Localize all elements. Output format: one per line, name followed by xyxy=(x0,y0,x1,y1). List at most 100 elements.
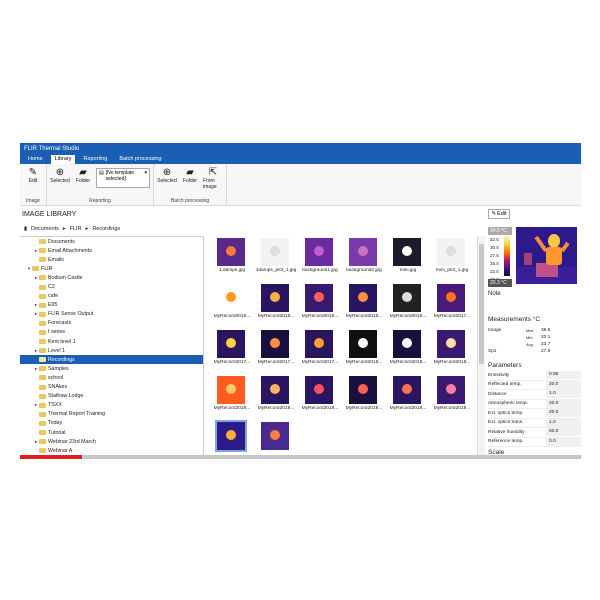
parameter-value[interactable]: 20.0 xyxy=(546,380,581,389)
thumbnail-image[interactable] xyxy=(393,330,421,358)
tree-item[interactable]: C2 xyxy=(20,282,203,291)
thumbnail-image[interactable] xyxy=(305,330,333,358)
tree-item[interactable]: ▸ Samples xyxy=(20,364,203,373)
thumbnail-item[interactable]: MyRecord2018... xyxy=(384,376,432,420)
template-select[interactable]: ▤ [No template selected] ▾ xyxy=(96,168,150,188)
parameter-value[interactable]: 20.0 xyxy=(546,399,581,408)
tree-item[interactable]: Kent level 1 xyxy=(20,337,203,346)
tree-item[interactable]: ▸ TSXX xyxy=(20,401,203,410)
thumbnail-item[interactable]: MyRecord2017... xyxy=(252,330,300,374)
thumbnail-item[interactable]: MyRecord2016... xyxy=(252,284,300,328)
tree-item[interactable]: ▸ FLIR Sense Output xyxy=(20,310,203,319)
tree-item[interactable]: ▸ Level 1 xyxy=(20,346,203,355)
thumbnail-item[interactable]: MyRecord2018... xyxy=(384,330,432,374)
thumbnail-image[interactable] xyxy=(437,376,465,404)
thumbnail-image[interactable] xyxy=(437,238,465,266)
tree-item[interactable]: Tutorial xyxy=(20,428,203,437)
thumbnail-item[interactable]: MyRecord2018... xyxy=(208,376,256,420)
thumbnail-image[interactable] xyxy=(261,422,289,450)
thumbnail-image[interactable] xyxy=(217,376,245,404)
tree-item[interactable]: Today xyxy=(20,419,203,428)
thumbnail-image[interactable] xyxy=(217,284,245,312)
thumbnail-item[interactable]: MyRecord2016... xyxy=(384,284,432,328)
thumbnail-item[interactable] xyxy=(208,420,256,458)
parameter-value[interactable]: 50.0 xyxy=(546,428,581,437)
tree-item[interactable]: Documents xyxy=(20,237,203,246)
tree-item[interactable]: ▸ E95 xyxy=(20,301,203,310)
thumbnail-item[interactable]: MyRecord2016... xyxy=(208,284,256,328)
tree-item[interactable]: Webinar A xyxy=(20,446,203,455)
parameter-value[interactable]: 20.0 xyxy=(546,409,581,418)
edit-button[interactable]: ✎ Edit xyxy=(23,166,43,198)
tree-item[interactable]: Thermal Report Training xyxy=(20,410,203,419)
parameter-value[interactable]: 1.0 xyxy=(546,390,581,399)
thumbnail-image[interactable] xyxy=(349,330,377,358)
scrollbar-thumb[interactable] xyxy=(479,244,484,364)
report-folder-button[interactable]: ▰ Folder xyxy=(73,166,93,198)
thumbnail-image[interactable] xyxy=(437,284,465,312)
thumbnail-item[interactable]: MyRecord2017... xyxy=(208,330,256,374)
parameter-value[interactable]: 0.95 xyxy=(546,371,581,380)
tree-item[interactable]: cafe xyxy=(20,292,203,301)
thumbnail-image[interactable] xyxy=(217,238,245,266)
thumbnail-image[interactable] xyxy=(261,330,289,358)
thumbnail-image[interactable] xyxy=(393,238,421,266)
thumbnail-item[interactable]: MyRecord2018... xyxy=(340,376,388,420)
thumbnail-item[interactable]: MyRecord2019... xyxy=(428,376,476,420)
batch-folder-button[interactable]: ▰ Folder xyxy=(180,166,200,198)
batch-selected-button[interactable]: ⊕ Selected xyxy=(157,166,177,198)
tree-item[interactable]: Forecasts xyxy=(20,319,203,328)
thumbnail-image[interactable] xyxy=(349,238,377,266)
tree-item[interactable]: Stathaw Lodge xyxy=(20,392,203,401)
thumbnail-image[interactable] xyxy=(305,284,333,312)
parameter-value[interactable]: 1.0 xyxy=(546,418,581,427)
thumbnail-item[interactable]: mini_plot_1.jpg xyxy=(428,238,476,282)
thumbnail-image[interactable] xyxy=(349,284,377,312)
menu-reporting[interactable]: Reporting xyxy=(79,155,111,164)
thumbnail-item[interactable] xyxy=(252,422,300,458)
panel-edit-button[interactable]: ✎ Edit xyxy=(488,209,510,219)
thumbnail-item[interactable]: MyRecord2017... xyxy=(428,284,476,328)
thumbnail-image[interactable] xyxy=(305,238,333,266)
video-progress-bar[interactable] xyxy=(20,455,581,459)
menu-home[interactable]: Home xyxy=(24,155,47,164)
tree-item[interactable]: SNAkes xyxy=(20,383,203,392)
thumbnail-image[interactable] xyxy=(437,330,465,358)
thumbnail-item[interactable]: MyRecord2018... xyxy=(428,330,476,374)
thumbnail-image[interactable] xyxy=(217,330,245,358)
tree-item[interactable]: ▸ Bodium Castle xyxy=(20,273,203,282)
thumbnail-item[interactable]: MyRecord2018... xyxy=(296,376,344,420)
tree-item[interactable]: ▸ Webinar 23rd March xyxy=(20,437,203,446)
menu-batch-processing[interactable]: Batch processing xyxy=(115,155,165,164)
thumbnail-item[interactable]: background2.jpg xyxy=(340,238,388,282)
thumbnail-item[interactable]: MyRecord2018... xyxy=(252,376,300,420)
breadcrumb-flir[interactable]: FLIR xyxy=(70,226,82,232)
breadcrumb-documents[interactable]: Documents xyxy=(31,226,59,232)
thumbnail-image[interactable] xyxy=(261,284,289,312)
tree-item[interactable]: Emails xyxy=(20,255,203,264)
tree-item[interactable]: school xyxy=(20,373,203,382)
thumbnail-item[interactable]: 1damps_plot_1.jpg xyxy=(252,238,300,282)
menu-library[interactable]: Library xyxy=(50,155,76,164)
thumbnail-item[interactable]: MyRecord2018... xyxy=(340,330,388,374)
tree-item[interactable]: ▸ Email Attachments xyxy=(20,246,203,255)
tree-item[interactable]: I series xyxy=(20,328,203,337)
thumbnail-image[interactable] xyxy=(261,376,289,404)
thumbnail-item[interactable]: MyRecord2016... xyxy=(296,284,344,328)
breadcrumb-recordings[interactable]: Recordings xyxy=(92,226,120,232)
thumbnail-image[interactable] xyxy=(349,376,377,404)
thumbnail-image[interactable] xyxy=(261,238,289,266)
report-selected-button[interactable]: ⊕ Selected xyxy=(50,166,70,198)
tree-item[interactable]: ▾ FLIR xyxy=(20,264,203,273)
thumbnail-item[interactable]: background1.jpg xyxy=(296,238,344,282)
thumbnail-item[interactable]: mini.jpg xyxy=(384,238,432,282)
parameter-value[interactable]: 0.0 xyxy=(546,437,581,446)
thumbnail-item[interactable]: MyRecord2017... xyxy=(296,330,344,374)
thumbnail-image[interactable] xyxy=(215,420,247,452)
thumbnail-item[interactable]: 1.damps.jpg xyxy=(208,238,256,282)
thumbnail-image[interactable] xyxy=(305,376,333,404)
tree-item[interactable]: Recordings xyxy=(20,355,203,365)
thumbnail-item[interactable]: MyRecord2016... xyxy=(340,284,388,328)
batch-from-image-button[interactable]: ⇱ From image xyxy=(203,166,223,198)
thumbnail-image[interactable] xyxy=(393,284,421,312)
